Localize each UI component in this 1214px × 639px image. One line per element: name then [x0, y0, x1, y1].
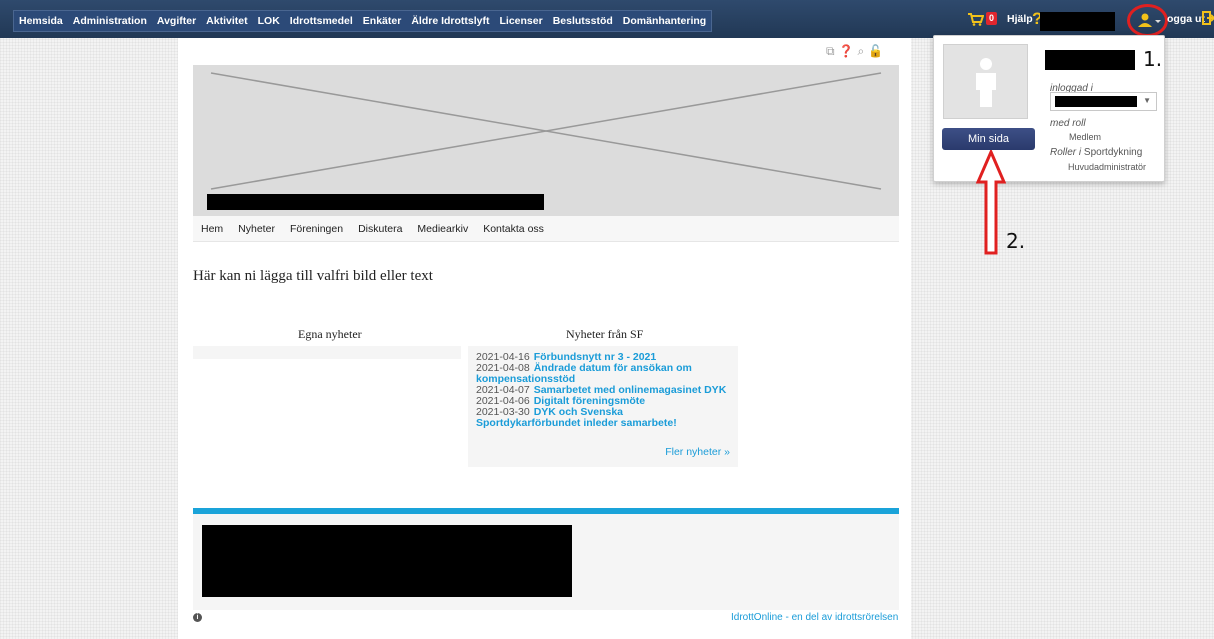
news-item: 2021-03-30 DYK och Svenska Sportdykarförb…: [476, 407, 730, 429]
help-link[interactable]: Hjälp: [1007, 13, 1033, 25]
organization-redacted: [1055, 96, 1137, 107]
logout-icon[interactable]: [1202, 11, 1214, 25]
annotation-step-1: 1.: [1143, 47, 1163, 71]
roles-line: Roller i Sportdykning: [1050, 147, 1143, 158]
egna-nyheter-list: [193, 346, 461, 359]
subnav-diskutera[interactable]: Diskutera: [350, 223, 409, 235]
banner-image-placeholder: [193, 65, 899, 216]
annotation-step-2: 2.: [1006, 229, 1026, 253]
subnav-mediearkiv[interactable]: Mediearkiv: [409, 223, 475, 235]
nav-aldre-idrottslyft[interactable]: Äldre Idrottslyft: [406, 11, 494, 31]
role-value: Medlem: [1069, 132, 1102, 142]
news-item: 2021-04-08 Ändrade datum för ansökan om k…: [476, 363, 730, 385]
unlock-icon[interactable]: 🔓: [868, 44, 883, 58]
footer-area: [193, 514, 899, 610]
nav-lok[interactable]: LOK: [253, 11, 285, 31]
egna-nyheter-title: Egna nyheter: [298, 327, 362, 341]
my-page-button[interactable]: Min sida: [942, 128, 1035, 150]
subnav-kontakta-oss[interactable]: Kontakta oss: [475, 223, 551, 235]
nav-aktivitet[interactable]: Aktivitet: [201, 11, 252, 31]
nav-licenser[interactable]: Licenser: [495, 11, 548, 31]
avatar: [943, 44, 1028, 119]
user-dropdown: inloggad i ▼ med roll Medlem Roller i Sp…: [933, 35, 1165, 182]
subnav-hem[interactable]: Hem: [193, 223, 230, 235]
idrottonline-link[interactable]: IdrottOnline - en del av idrottsrörelsen: [731, 612, 898, 623]
more-news-link[interactable]: Fler nyheter »: [665, 447, 730, 458]
sitemap-icon[interactable]: ⧉: [826, 44, 835, 58]
sf-news-title: Nyheter från SF: [566, 327, 644, 341]
info-icon[interactable]: i: [193, 613, 202, 622]
role-label: med roll: [1050, 118, 1086, 129]
nav-avgifter[interactable]: Avgifter: [152, 11, 201, 31]
nav-domanhantering[interactable]: Domänhantering: [618, 11, 711, 31]
roles-value: Huvudadministratör: [1068, 162, 1147, 172]
person-silhouette-icon: [976, 58, 996, 107]
cart-icon[interactable]: [968, 13, 984, 26]
help-circle-icon[interactable]: ❓: [839, 44, 854, 58]
intro-text: Här kan ni lägga till valfri bild eller …: [193, 268, 433, 284]
search-icon[interactable]: ⌕: [858, 44, 865, 58]
nav-administration[interactable]: Administration: [68, 11, 152, 31]
username-redacted: [1040, 12, 1115, 31]
footer-redacted: [202, 525, 572, 597]
nav-beslutsstod[interactable]: Beslutsstöd: [548, 11, 618, 31]
subnav-foreningen[interactable]: Föreningen: [282, 223, 350, 235]
chevron-down-icon: ▼: [1143, 96, 1151, 105]
site-navigation: Hem Nyheter Föreningen Diskutera Mediearkiv K…: [193, 216, 899, 242]
site-title-redacted: [207, 194, 544, 210]
main-navigation: Hemsida Administration Avgifter Aktivitet LO…: [13, 10, 713, 32]
page-tools: ⧉ ❓ ⌕ 🔓: [826, 44, 883, 58]
annotation-arrow-up: [976, 150, 1006, 255]
sf-news-list: 2021-04-16 Förbundsnytt nr 3 - 2021 2021-0…: [468, 346, 738, 467]
annotation-circle: [1127, 4, 1168, 37]
cart-count-badge: 0: [986, 12, 998, 25]
nav-hemsida[interactable]: Hemsida: [14, 11, 68, 31]
logout-link[interactable]: ogga ut: [1167, 13, 1205, 25]
subnav-nyheter[interactable]: Nyheter: [230, 223, 282, 235]
nav-idrottsmedel[interactable]: Idrottsmedel: [285, 11, 358, 31]
user-name-redacted: [1045, 50, 1135, 70]
organization-select[interactable]: ▼: [1050, 92, 1157, 111]
nav-enkater[interactable]: Enkäter: [358, 11, 407, 31]
